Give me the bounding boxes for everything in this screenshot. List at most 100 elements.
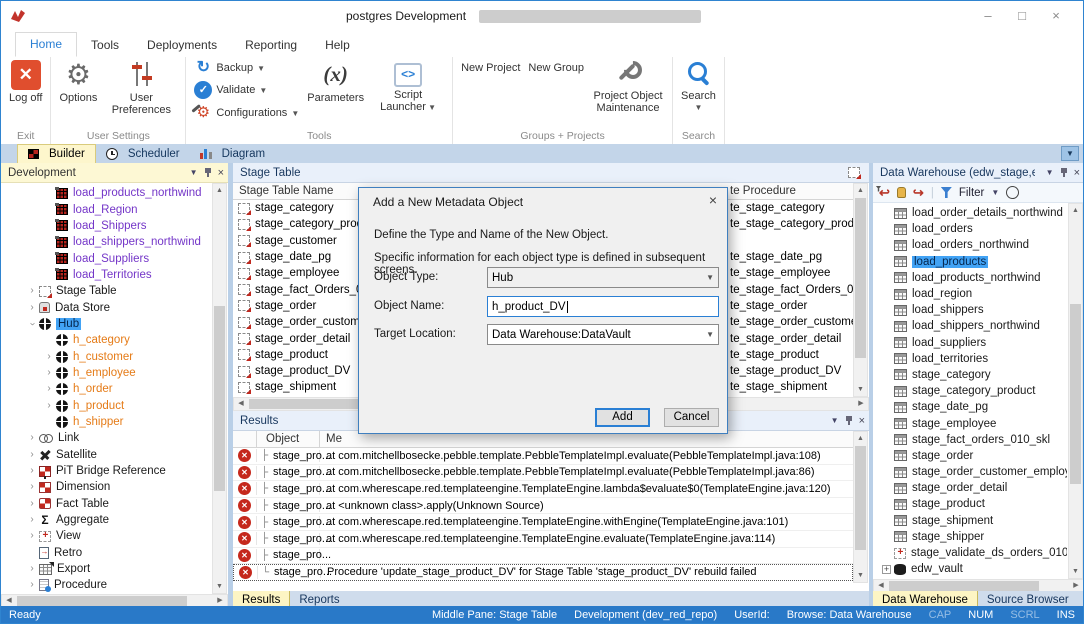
list-item[interactable]: load_order_details_northwind xyxy=(873,205,1067,221)
new-project-button[interactable]: New Project xyxy=(457,59,524,75)
tree-item[interactable]: h_shipper xyxy=(1,414,211,430)
tree-item[interactable]: › View xyxy=(1,528,211,544)
list-item[interactable]: load_products xyxy=(873,254,1067,270)
validate-button[interactable]: Validate▼ xyxy=(194,81,299,99)
cancel-button[interactable]: Cancel xyxy=(664,408,719,427)
left-tree-vertical-scrollbar[interactable]: ▲ ▼ xyxy=(212,183,227,594)
list-item[interactable]: load_orders_northwind xyxy=(873,237,1067,253)
close-pane-icon[interactable]: × xyxy=(218,167,224,178)
column-header-object[interactable]: Object xyxy=(257,431,320,447)
expander-icon[interactable]: › xyxy=(25,580,39,590)
list-item[interactable]: load_orders xyxy=(873,221,1067,237)
list-item[interactable]: + edw_vault xyxy=(873,561,1067,577)
tree-item[interactable]: Retro xyxy=(1,545,211,561)
project-object-maintenance-button[interactable]: Project Object Maintenance xyxy=(588,59,668,115)
result-row[interactable]: ├stage_pro...at com.wherescape.red.templ… xyxy=(233,531,853,548)
tree-item[interactable]: › Procedure xyxy=(1,577,211,593)
right-pane-close-icon[interactable]: × xyxy=(1074,167,1080,178)
expander-icon[interactable]: + xyxy=(882,564,891,574)
tree-item[interactable]: › h_order xyxy=(1,381,211,397)
search-button[interactable]: Search ▼ xyxy=(677,59,720,115)
object-type-combo[interactable]: Hub ▼ xyxy=(487,267,719,288)
configurations-button[interactable]: Configurations▼ xyxy=(194,104,299,122)
expander-icon[interactable]: › xyxy=(25,449,39,460)
list-item[interactable]: stage_shipment xyxy=(873,513,1067,529)
tree-item[interactable]: › h_product xyxy=(1,397,211,413)
expander-icon[interactable]: › xyxy=(42,367,56,378)
browser-vertical-scrollbar[interactable]: ▲ ▼ xyxy=(1068,203,1083,579)
column-header-stage-table-name[interactable]: Stage Table Name xyxy=(233,185,333,197)
expander-icon[interactable]: › xyxy=(42,400,56,411)
object-name-input[interactable]: h_product_DV xyxy=(487,296,719,317)
list-item[interactable]: stage_category_product xyxy=(873,383,1067,399)
tree-item[interactable]: › Stage Table xyxy=(1,283,211,299)
expander-icon[interactable]: › xyxy=(25,286,39,296)
result-row[interactable]: ├stage_pro...at com.mitchellbosecke.pebb… xyxy=(233,465,853,482)
list-item[interactable]: stage_validate_ds_orders_010_v xyxy=(873,545,1067,561)
backup-button[interactable]: Backup▼ xyxy=(194,60,299,76)
result-row[interactable]: ├stage_pro...at com.wherescape.red.templ… xyxy=(233,481,853,498)
expander-icon[interactable]: › xyxy=(25,531,39,541)
result-row[interactable]: ├ stage_pro... xyxy=(233,548,853,565)
maximize-button[interactable]: □ xyxy=(1005,1,1039,31)
expander-icon[interactable]: › xyxy=(25,466,39,476)
results-menu-icon[interactable]: ▼ xyxy=(831,416,839,425)
tab-diagram[interactable]: Diagram xyxy=(190,144,275,163)
clear-filter-icon[interactable] xyxy=(1006,186,1020,199)
tree-item[interactable]: › Hub xyxy=(1,316,211,332)
result-row[interactable]: └stage_pro...Procedure 'update_stage_pro… xyxy=(233,564,853,581)
result-row[interactable]: ├stage_pro...at com.mitchellbosecke.pebb… xyxy=(233,448,853,465)
expander-icon[interactable]: › xyxy=(42,351,56,362)
more-tabs-button[interactable]: ▼ xyxy=(1061,146,1079,161)
tree-item[interactable]: load_Region xyxy=(1,201,211,217)
right-pane-menu-icon[interactable]: ▼ xyxy=(1046,168,1054,177)
list-item[interactable]: load_territories xyxy=(873,351,1067,367)
ribbon-tab-reporting[interactable]: Reporting xyxy=(231,34,311,57)
pin-icon[interactable] xyxy=(204,167,212,178)
expander-icon[interactable]: › xyxy=(42,384,56,394)
close-button[interactable]: × xyxy=(1039,1,1073,31)
dialog-close-icon[interactable]: × xyxy=(709,192,717,208)
list-item[interactable]: stage_order xyxy=(873,448,1067,464)
list-item[interactable]: load_suppliers xyxy=(873,335,1067,351)
minimize-button[interactable]: – xyxy=(971,1,1005,31)
target-location-combo[interactable]: Data Warehouse:DataVault ▼ xyxy=(487,324,719,345)
list-item[interactable]: stage_product xyxy=(873,496,1067,512)
list-item[interactable]: load_region xyxy=(873,286,1067,302)
tree-item[interactable]: h_category xyxy=(1,332,211,348)
options-button[interactable]: Options xyxy=(55,59,101,105)
tree-item[interactable]: load_Shippers xyxy=(1,218,211,234)
list-item[interactable]: stage_category xyxy=(873,367,1067,383)
tree-item[interactable]: › h_customer xyxy=(1,348,211,364)
ribbon-tab-help[interactable]: Help xyxy=(311,34,364,57)
reconnect-left-icon[interactable] xyxy=(879,186,890,200)
pane-menu-icon[interactable]: ▼ xyxy=(190,168,198,177)
list-item[interactable]: stage_order_customer_employee xyxy=(873,464,1067,480)
stage-table-icon[interactable] xyxy=(848,167,861,179)
expander-icon[interactable]: › xyxy=(25,482,39,492)
tree-item[interactable]: › PiT Bridge Reference xyxy=(1,463,211,479)
result-row[interactable]: ├stage_pro...at <unknown class>.apply(Un… xyxy=(233,498,853,515)
expander-icon[interactable]: › xyxy=(25,433,39,443)
list-item[interactable]: load_shippers xyxy=(873,302,1067,318)
log-off-button[interactable]: Log off xyxy=(5,59,46,105)
column-header-update-procedure[interactable]: te Procedure xyxy=(730,185,796,197)
stage-list-vertical-scrollbar[interactable]: ▲ ▼ xyxy=(853,183,868,397)
ribbon-tab-home[interactable]: Home xyxy=(15,32,78,57)
expander-icon[interactable]: › xyxy=(25,498,39,509)
tree-item[interactable]: › Data Store xyxy=(1,299,211,315)
tree-item[interactable]: load_products_northwind xyxy=(1,185,211,201)
tree-item[interactable]: › Dimension xyxy=(1,479,211,495)
result-row[interactable]: ├stage_pro...at com.wherescape.red.templ… xyxy=(233,514,853,531)
results-pin-icon[interactable] xyxy=(845,415,853,426)
filter-dropdown-icon[interactable]: ▼ xyxy=(991,188,999,197)
expander-icon[interactable]: › xyxy=(25,564,39,574)
ribbon-tab-deployments[interactable]: Deployments xyxy=(133,34,231,57)
column-header-message[interactable]: Me xyxy=(320,433,342,445)
list-item[interactable]: stage_employee xyxy=(873,415,1067,431)
add-button[interactable]: Add xyxy=(595,408,650,427)
expander-icon[interactable]: › xyxy=(27,317,38,331)
list-item[interactable]: load_products_northwind xyxy=(873,270,1067,286)
tree-item[interactable]: › Satellite xyxy=(1,447,211,463)
tab-builder[interactable]: Builder xyxy=(17,144,96,163)
